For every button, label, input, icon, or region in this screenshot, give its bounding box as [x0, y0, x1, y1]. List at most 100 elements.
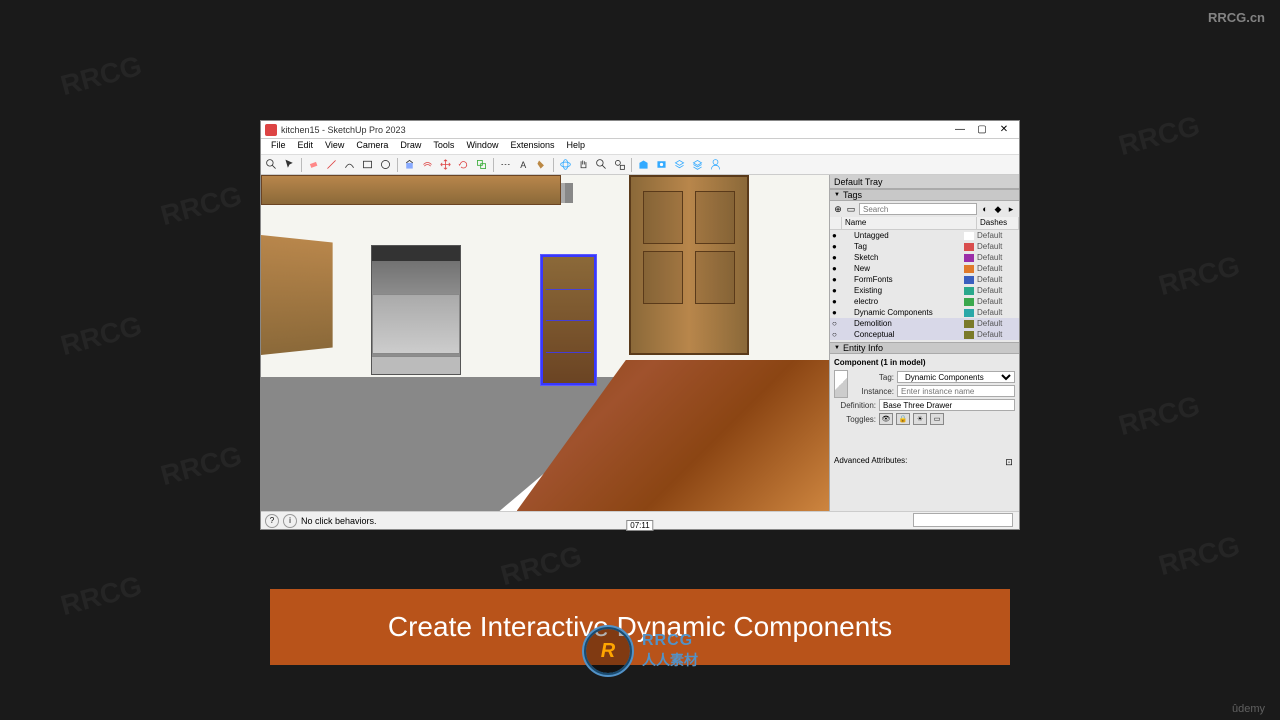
- arc-tool[interactable]: [341, 156, 358, 173]
- close-button[interactable]: ✕: [993, 122, 1015, 138]
- tag-color-swatch[interactable]: [964, 331, 974, 339]
- instance-label: Instance:: [852, 387, 894, 396]
- visibility-icon[interactable]: ●: [832, 286, 842, 295]
- menu-edit[interactable]: Edit: [292, 139, 320, 154]
- 3d-viewport[interactable]: [261, 175, 829, 511]
- tag-color-icon[interactable]: ◆: [993, 203, 1003, 215]
- tag-name: FormFonts: [842, 275, 964, 284]
- menu-tools[interactable]: Tools: [427, 139, 460, 154]
- pushpull-tool[interactable]: [401, 156, 418, 173]
- menu-window[interactable]: Window: [460, 139, 504, 154]
- zoom-tool[interactable]: [593, 156, 610, 173]
- toggle-shadows[interactable]: ☀: [913, 413, 927, 425]
- advanced-expand-icon[interactable]: ⊡: [1003, 456, 1015, 468]
- move-tool[interactable]: [437, 156, 454, 173]
- circle-tool[interactable]: [377, 156, 394, 173]
- warehouse-icon[interactable]: [635, 156, 652, 173]
- visibility-icon[interactable]: ●: [832, 253, 842, 262]
- help-icon[interactable]: ?: [265, 514, 279, 528]
- tag-color-swatch[interactable]: [964, 243, 974, 251]
- menu-view[interactable]: View: [319, 139, 350, 154]
- tag-row[interactable]: ●NewDefault: [830, 263, 1019, 274]
- paint-tool[interactable]: [533, 156, 550, 173]
- tag-menu-icon[interactable]: ▸: [1006, 203, 1016, 215]
- tag-folder-icon[interactable]: ▭: [846, 203, 856, 215]
- zoom-extents-tool[interactable]: [611, 156, 628, 173]
- tag-row[interactable]: ●FormFontsDefault: [830, 274, 1019, 285]
- tag-color-swatch[interactable]: [964, 287, 974, 295]
- tag-row[interactable]: ●TagDefault: [830, 241, 1019, 252]
- tag-color-swatch[interactable]: [964, 298, 974, 306]
- visibility-icon[interactable]: ○: [832, 319, 842, 328]
- lower-cabinets: [261, 235, 333, 355]
- tag-row[interactable]: ●Dynamic ComponentsDefault: [830, 307, 1019, 318]
- tag-color-swatch[interactable]: [964, 276, 974, 284]
- visibility-icon[interactable]: ●: [832, 297, 842, 306]
- info-icon[interactable]: i: [283, 514, 297, 528]
- text-tool[interactable]: A: [515, 156, 532, 173]
- tag-select[interactable]: Dynamic Components: [897, 371, 1015, 383]
- rotate-tool[interactable]: [455, 156, 472, 173]
- line-tool[interactable]: [323, 156, 340, 173]
- col-dashes[interactable]: Dashes: [977, 217, 1019, 229]
- menu-camera[interactable]: Camera: [350, 139, 394, 154]
- tag-row[interactable]: ○Conceptual Default: [830, 329, 1019, 340]
- tags-toolbar: ⊕ ▭ ◐ ◆ ▸: [830, 201, 1019, 217]
- orbit-tool[interactable]: [557, 156, 574, 173]
- titlebar[interactable]: kitchen15 - SketchUp Pro 2023 — ▢ ✕: [261, 121, 1019, 139]
- entity-info-header[interactable]: Entity Info: [830, 342, 1019, 354]
- tag-color-swatch[interactable]: [964, 232, 974, 240]
- pan-tool[interactable]: [575, 156, 592, 173]
- toggle-receive[interactable]: ▭: [930, 413, 944, 425]
- maximize-button[interactable]: ▢: [971, 122, 993, 138]
- tray-title[interactable]: Default Tray: [830, 175, 1019, 189]
- visibility-icon[interactable]: ●: [832, 242, 842, 251]
- tag-row[interactable]: ●electroDefault: [830, 296, 1019, 307]
- visibility-icon[interactable]: ●: [832, 264, 842, 273]
- measurements-input[interactable]: [913, 513, 1013, 527]
- site-watermark: RRCG.cn: [1208, 10, 1265, 25]
- layers-icon[interactable]: [671, 156, 688, 173]
- col-name[interactable]: Name: [842, 217, 977, 229]
- instance-input[interactable]: [897, 385, 1015, 397]
- rectangle-tool[interactable]: [359, 156, 376, 173]
- eraser-tool[interactable]: [305, 156, 322, 173]
- drawer-edge: [546, 289, 591, 290]
- tape-tool[interactable]: [497, 156, 514, 173]
- tags-search-input[interactable]: [859, 203, 977, 215]
- tag-row[interactable]: ●SketchDefault: [830, 252, 1019, 263]
- tag-color-swatch[interactable]: [964, 320, 974, 328]
- visibility-icon[interactable]: ○: [832, 330, 842, 339]
- toggle-lock[interactable]: 🔒: [896, 413, 910, 425]
- layers2-icon[interactable]: [689, 156, 706, 173]
- tag-dash: Default: [977, 297, 1017, 306]
- tag-color-swatch[interactable]: [964, 254, 974, 262]
- scale-tool[interactable]: [473, 156, 490, 173]
- definition-input[interactable]: [879, 399, 1015, 411]
- toggle-hidden[interactable]: 👁: [879, 413, 893, 425]
- visibility-icon[interactable]: ●: [832, 308, 842, 317]
- user-icon[interactable]: [707, 156, 724, 173]
- visibility-icon[interactable]: ●: [832, 275, 842, 284]
- menu-help[interactable]: Help: [560, 139, 591, 154]
- tag-row[interactable]: ○DemolitionDefault: [830, 318, 1019, 329]
- tag-color-swatch[interactable]: [964, 309, 974, 317]
- select-tool[interactable]: [281, 156, 298, 173]
- search-icon[interactable]: [263, 156, 280, 173]
- selected-component[interactable]: [541, 255, 596, 385]
- tag-filter-icon[interactable]: ◐: [980, 203, 990, 215]
- visibility-icon[interactable]: ●: [832, 231, 842, 240]
- tag-dash: Default: [977, 330, 1017, 339]
- add-tag-icon[interactable]: ⊕: [833, 203, 843, 215]
- minimize-button[interactable]: —: [949, 122, 971, 138]
- menu-draw[interactable]: Draw: [394, 139, 427, 154]
- tags-panel-header[interactable]: Tags: [830, 189, 1019, 201]
- offset-tool[interactable]: [419, 156, 436, 173]
- tag-color-swatch[interactable]: [964, 265, 974, 273]
- tag-name: Conceptual: [842, 330, 964, 339]
- extension-warehouse-icon[interactable]: [653, 156, 670, 173]
- menu-extensions[interactable]: Extensions: [504, 139, 560, 154]
- tag-row[interactable]: ●ExistingDefault: [830, 285, 1019, 296]
- menu-file[interactable]: File: [265, 139, 292, 154]
- tag-row[interactable]: ●UntaggedDefault: [830, 230, 1019, 241]
